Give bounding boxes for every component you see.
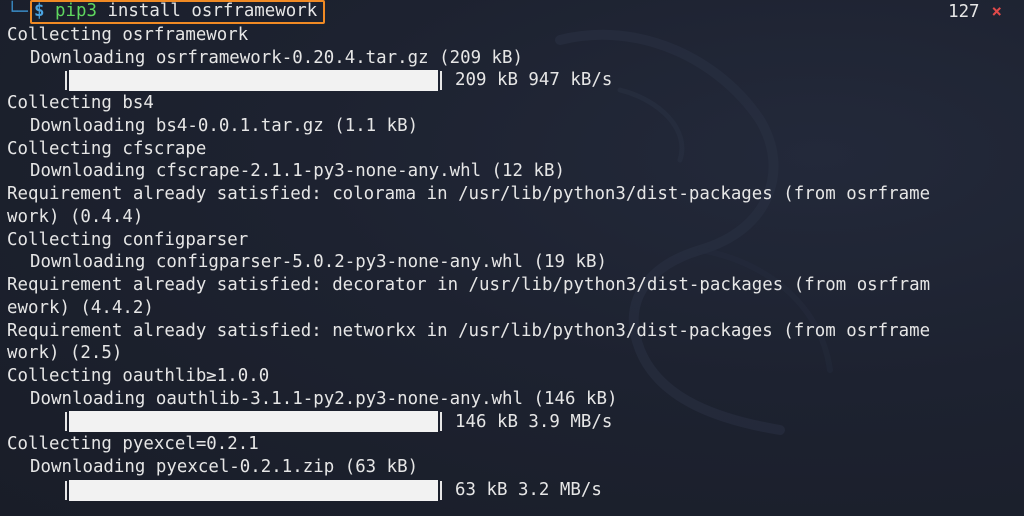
output-line: Collecting pyexcel=0.2.1: [7, 434, 259, 455]
output-line: Collecting oauthlib≥1.0.0: [7, 366, 270, 386]
download-line: Downloading bs4-0.0.1.tar.gz (1.1 kB): [30, 115, 419, 136]
download-line: Downloading osrframework-0.20.4.tar.gz (…: [30, 47, 524, 68]
prompt-line: └─ $ pip3 install osrframework: [7, 0, 930, 24]
error-x-icon: ×: [991, 2, 1002, 22]
exit-code: 127: [948, 2, 980, 22]
progress-bar-fill: [69, 411, 438, 433]
progress-bar-left-edge: [65, 480, 67, 500]
output-line: Requirement already satisfied: decorator…: [7, 275, 931, 295]
download-line: Downloading oauthlib-3.1.1-py2.py3-none-…: [30, 388, 618, 409]
progress-bar-left-edge: [65, 71, 67, 91]
progress-bar-right-edge: [440, 71, 442, 91]
download-line: Downloading configparser-5.0.2-py3-none-…: [30, 252, 607, 273]
command-args: install osrframework: [96, 1, 318, 21]
progress-bar-left-edge: [65, 412, 67, 432]
output-line: Requirement already satisfied: networkx …: [7, 320, 931, 341]
progress-stats: 209 kB 947 kB/s: [455, 70, 613, 91]
progress-bar-fill: [69, 70, 438, 92]
output-line: Collecting configparser: [7, 229, 249, 250]
progress-bar-right-edge: [440, 412, 442, 432]
output-line: work) (0.4.4): [7, 206, 144, 227]
progress-bar-track: [69, 479, 438, 501]
progress-bar-track: [69, 411, 438, 433]
progress-bar-fill: [69, 479, 438, 501]
download-line: Downloading pyexcel-0.2.1.zip (63 kB): [30, 457, 419, 477]
progress-row: 146 kB 3.9 MB/s: [7, 411, 930, 434]
progress-bar: [65, 70, 442, 92]
progress-bar-track: [69, 70, 438, 92]
command-highlight-box: $ pip3 install osrframework: [29, 0, 326, 24]
progress-bar: [65, 411, 442, 433]
download-line: Downloading cfscrape-2.1.1-py3-none-any.…: [30, 161, 565, 182]
progress-row: 209 kB 947 kB/s: [7, 69, 930, 92]
progress-bar: [65, 479, 442, 501]
progress-stats: 63 kB 3.2 MB/s: [455, 479, 602, 500]
output-line: Collecting bs4: [7, 93, 154, 113]
prompt-corner: └─: [7, 2, 28, 22]
output-line: Collecting cfscrape: [7, 138, 207, 159]
progress-row: 63 kB 3.2 MB/s: [7, 479, 930, 502]
prompt-symbol: $: [33, 1, 45, 21]
output-line: ework) (4.4.2): [7, 297, 154, 318]
output-line: work) (2.5): [7, 343, 123, 364]
progress-bar-right-edge: [440, 480, 442, 500]
exit-status: 127 ×: [948, 1, 1002, 24]
command-name: pip3: [54, 1, 97, 21]
terminal-window[interactable]: └─ $ pip3 install osrframework Collecting…: [0, 0, 1024, 516]
progress-stats: 146 kB 3.9 MB/s: [455, 411, 613, 432]
output-line: Requirement already satisfied: colorama …: [7, 184, 931, 204]
output-line: Collecting osrframework: [7, 24, 249, 45]
terminal-output: └─ $ pip3 install osrframework Collecting…: [7, 0, 931, 502]
